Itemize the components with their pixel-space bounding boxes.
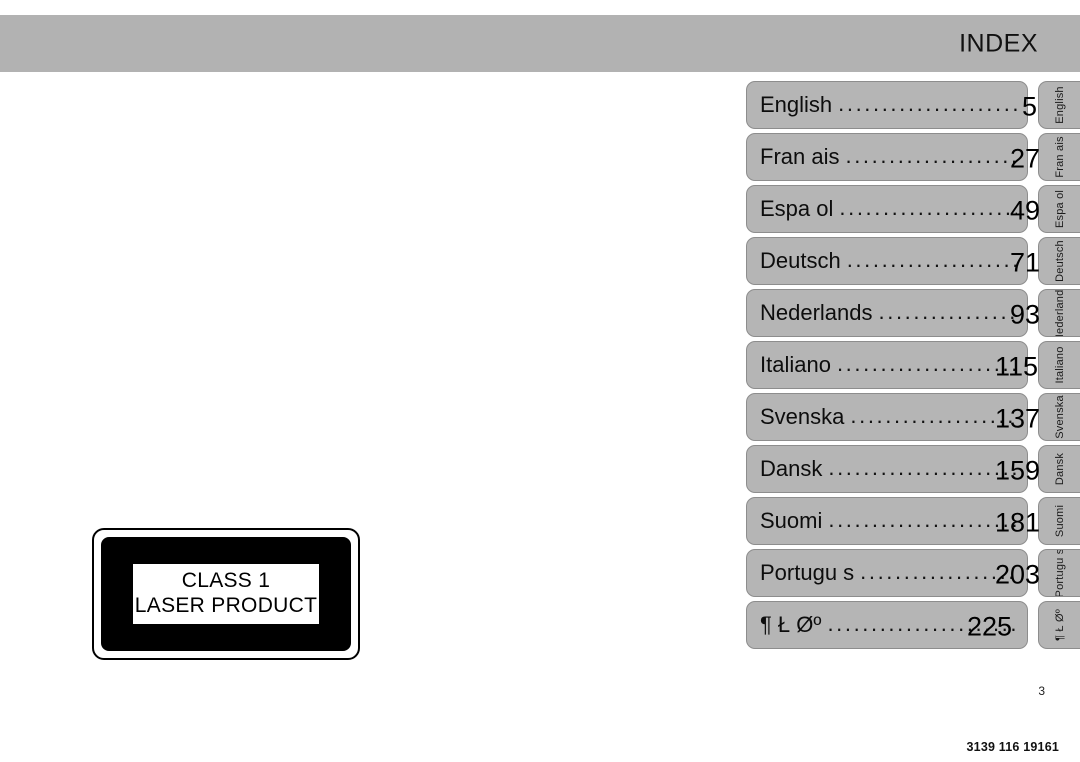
index-row[interactable]: Espa ol Espa ol 49 [746,185,1080,236]
side-tab[interactable]: Nederlands [1038,289,1080,337]
index-row-page-number: 5 [1022,91,1038,121]
index-row-dot-leader [828,508,1017,533]
index-row[interactable]: Deutsch Deutsch 71 [746,237,1080,288]
index-row-box[interactable]: Espa ol [746,185,1028,233]
index-row-language-label: Deutsch [760,248,841,273]
index-row[interactable]: Italiano Italiano 115 [746,341,1080,392]
index-row-language-label: Suomi [760,508,823,533]
side-tab-label: Italiano [1053,346,1066,384]
index-row-language-label: Dansk [760,456,823,481]
index-row[interactable]: Svenska Svenska 137 [746,393,1080,444]
side-tab[interactable]: English [1038,81,1080,129]
index-row[interactable]: ¶ Ł Øº ¶ Ł Øº 225 [746,601,1080,652]
index-row-content: Dansk [760,456,1017,482]
side-tab-label: Suomi [1053,504,1066,538]
page-title: INDEX [959,29,1038,57]
index-row-dot-leader [860,560,1017,585]
laser-label-line2: LASER PRODUCT [134,594,318,617]
index-row-dot-leader [879,300,1017,325]
index-row-language-label: Portugu s [760,560,855,585]
side-tab-label: English [1053,86,1066,124]
index-row-language-label: English [760,92,833,117]
laser-label-outer-frame: CLASS 1 LASER PRODUCT [92,528,360,660]
side-tab-label: Svenska [1053,395,1066,439]
laser-label-line1: CLASS 1 [181,569,271,593]
side-tab[interactable]: Espa ol [1038,185,1080,233]
header-band: INDEX [0,15,1080,72]
side-tab[interactable]: Svenska [1038,393,1080,441]
index-row-page-number: 159 [995,455,1041,485]
index-row-content: Suomi [760,508,1017,534]
laser-label-black-field: CLASS 1 LASER PRODUCT [101,537,351,651]
side-tab[interactable]: Suomi [1038,497,1080,545]
laser-label-text-field: CLASS 1 LASER PRODUCT [133,564,319,624]
index-row-language-label: Espa ol [760,196,834,221]
index-row-content: Portugu s [760,560,1017,586]
index-row[interactable]: Portugu s Portugu s 203 [746,549,1080,600]
index-row-content: Fran ais [760,144,1017,170]
side-tab-label: Fran ais [1053,136,1066,178]
index-row[interactable]: Nederlands Nederlands 93 [746,289,1080,340]
index-row-dot-leader [839,196,1017,221]
index-row-dot-leader [828,456,1017,481]
index-row-content: English [760,92,1017,118]
index-row-content: Italiano [760,352,1017,378]
index-row-box[interactable]: Dansk [746,445,1028,493]
laser-product-label: CLASS 1 LASER PRODUCT [92,528,360,660]
side-tab-label: Portugu s [1053,549,1066,597]
index-row-box[interactable]: English [746,81,1028,129]
footer-document-code: 3139 116 19161 [966,740,1059,754]
index-row-box[interactable]: Svenska [746,393,1028,441]
index-row-dot-leader [845,144,1017,169]
index-row-page-number: 115 [995,351,1039,381]
index-row-dot-leader [847,248,1017,273]
index-row-page-number: 71 [1010,247,1041,277]
index-row-language-label: Nederlands [760,300,873,325]
side-tab[interactable]: Italiano [1038,341,1080,389]
index-row-language-label: Italiano [760,352,831,377]
index-row-page-number: 203 [995,559,1041,589]
side-tab[interactable]: Dansk [1038,445,1080,493]
index-row-page-number: 27 [1010,143,1041,173]
index-row-content: Nederlands [760,300,1017,326]
index-row-page-number: 93 [1010,299,1041,329]
index-row-box[interactable]: Suomi [746,497,1028,545]
index-row-content: Svenska [760,404,1017,430]
index-row-content: Espa ol [760,196,1017,222]
index-row[interactable]: English English 5 [746,81,1080,132]
index-row-box[interactable]: Nederlands [746,289,1028,337]
index-row-dot-leader [838,92,1017,117]
index-row[interactable]: Suomi Suomi 181 [746,497,1080,548]
index-row[interactable]: Fran ais Fran ais 27 [746,133,1080,184]
index-row-box[interactable]: Fran ais [746,133,1028,181]
index-row-page-number: 181 [995,507,1041,537]
side-tab[interactable]: ¶ Ł Øº [1038,601,1080,649]
side-tab[interactable]: Deutsch [1038,237,1080,285]
index-row-dot-leader [837,352,1017,377]
side-tab-label: Dansk [1053,452,1066,486]
index-row-content: Deutsch [760,248,1017,274]
index-row-page-number: 49 [1010,195,1041,225]
side-tab[interactable]: Fran ais [1038,133,1080,181]
side-tab-label: ¶ Ł Øº [1053,609,1066,641]
index-row-dot-leader [850,404,1017,429]
index-row-language-label: ¶ Ł Øº [760,612,822,637]
index-row-box[interactable]: Italiano [746,341,1028,389]
index-row-box[interactable]: Deutsch [746,237,1028,285]
index-list: English English 5 Fran ais Fran ais 27 Espa ol… [746,81,1080,653]
side-tab-label: Deutsch [1053,240,1066,282]
side-tab[interactable]: Portugu s [1038,549,1080,597]
index-row[interactable]: Dansk Dansk 159 [746,445,1080,496]
index-row-language-label: Fran ais [760,144,840,169]
index-row-page-number: 225 [966,611,1012,641]
side-tab-label: Nederlands [1053,289,1066,337]
index-row-page-number: 137 [995,403,1041,433]
index-row-language-label: Svenska [760,404,845,429]
index-row-box[interactable]: Portugu s [746,549,1028,597]
footer-page-number: 3 [1038,684,1045,698]
side-tab-label: Espa ol [1053,189,1066,229]
